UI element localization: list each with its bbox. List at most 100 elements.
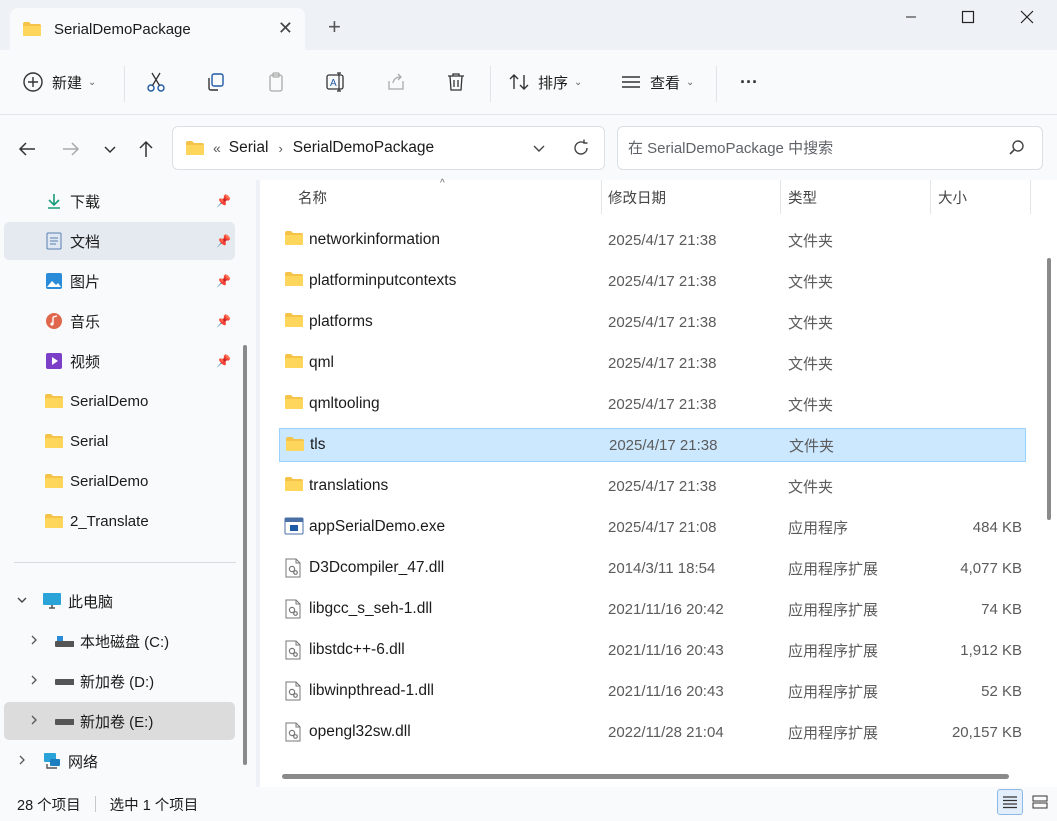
breadcrumb-serial[interactable]: Serial bbox=[229, 139, 269, 157]
file-row[interactable]: qml 2025/4/17 21:38 文件夹 bbox=[279, 346, 1026, 380]
paste-button[interactable] bbox=[262, 64, 290, 100]
network-icon bbox=[42, 751, 62, 771]
file-row[interactable]: opengl32sw.dll 2022/11/28 21:04 应用程序扩展 20,1… bbox=[279, 715, 1026, 749]
plus-circle-icon bbox=[23, 72, 43, 92]
column-divider[interactable] bbox=[930, 180, 931, 214]
file-name: tls bbox=[310, 436, 326, 453]
sidebar-item-drive-c[interactable]: 本地磁盘 (C:) bbox=[4, 622, 235, 660]
column-header-name[interactable]: 名称 bbox=[298, 180, 327, 214]
column-header-type[interactable]: 类型 bbox=[788, 180, 817, 214]
chevron-right-icon[interactable] bbox=[26, 674, 42, 689]
close-window-button[interactable] bbox=[1005, 6, 1049, 28]
column-divider[interactable] bbox=[780, 180, 781, 214]
file-row[interactable]: networkinformation 2025/4/17 21:38 文件夹 bbox=[279, 223, 1026, 257]
new-button[interactable]: 新建 ⌄ bbox=[22, 64, 96, 100]
recent-locations-button[interactable] bbox=[98, 137, 122, 161]
sidebar-item-documents[interactable]: 文档 📌 bbox=[4, 222, 235, 260]
chevron-right-icon[interactable] bbox=[26, 714, 42, 729]
chevron-right-icon[interactable] bbox=[14, 754, 30, 769]
file-row[interactable]: tls 2025/4/17 21:38 文件夹 bbox=[279, 428, 1026, 462]
tab-serialdemopackage[interactable]: SerialDemoPackage ✕ bbox=[10, 8, 305, 50]
sort-icon bbox=[509, 74, 529, 90]
sidebar-item-label: 网络 bbox=[68, 753, 99, 771]
trash-icon bbox=[448, 73, 464, 91]
file-row[interactable]: libstdc++-6.dll 2021/11/16 20:43 应用程序扩展 1,9… bbox=[279, 633, 1026, 667]
file-modified-date: 2021/11/16 20:43 bbox=[608, 641, 724, 659]
svg-text:A: A bbox=[330, 78, 337, 89]
overflow-breadcrumb-icon[interactable]: « bbox=[213, 140, 221, 156]
file-row[interactable]: platforms 2025/4/17 21:38 文件夹 bbox=[279, 305, 1026, 339]
column-divider[interactable] bbox=[1030, 180, 1031, 214]
sidebar-item-pictures[interactable]: 图片 📌 bbox=[4, 262, 235, 300]
toolbar-divider bbox=[716, 66, 717, 102]
sidebar-item-serialdemo-2[interactable]: SerialDemo bbox=[4, 462, 235, 500]
breadcrumb-serialdemopackage[interactable]: SerialDemoPackage bbox=[293, 139, 434, 157]
file-name: qml bbox=[309, 354, 334, 371]
view-lines-icon bbox=[622, 76, 640, 88]
search-box[interactable] bbox=[617, 126, 1043, 170]
sort-button[interactable]: 排序 ⌄ bbox=[508, 64, 582, 100]
pin-icon[interactable]: 📌 bbox=[216, 274, 231, 288]
file-name: platforms bbox=[309, 313, 373, 330]
clipboard-icon bbox=[269, 72, 283, 92]
copy-button[interactable] bbox=[202, 64, 230, 100]
pin-icon[interactable]: 📌 bbox=[216, 354, 231, 368]
vertical-scrollbar[interactable] bbox=[1047, 258, 1051, 520]
more-options-button[interactable]: ··· bbox=[734, 64, 764, 100]
sidebar-item-serial[interactable]: Serial bbox=[4, 422, 235, 460]
file-row[interactable]: appSerialDemo.exe 2025/4/17 21:08 应用程序 484 … bbox=[279, 510, 1026, 544]
pin-icon[interactable]: 📌 bbox=[216, 194, 231, 208]
toolbar-divider bbox=[124, 66, 125, 102]
close-tab-icon[interactable]: ✕ bbox=[278, 18, 293, 39]
sidebar-item-videos[interactable]: 视频 📌 bbox=[4, 342, 235, 380]
search-icon[interactable] bbox=[1008, 139, 1026, 161]
details-view-button[interactable] bbox=[997, 789, 1023, 815]
view-button[interactable]: 查看 ⌄ bbox=[620, 64, 694, 100]
sidebar-item-downloads[interactable]: 下载 📌 bbox=[4, 182, 235, 220]
sidebar-item-this-pc[interactable]: 此电脑 bbox=[4, 582, 235, 620]
cut-button[interactable] bbox=[142, 64, 170, 100]
sidebar-item-drive-e[interactable]: 新加卷 (E:) bbox=[4, 702, 235, 740]
folder-icon bbox=[284, 353, 304, 373]
dll-file-icon bbox=[284, 640, 304, 660]
maximize-button[interactable] bbox=[946, 6, 990, 28]
column-divider[interactable] bbox=[601, 180, 602, 214]
column-header-size[interactable]: 大小 bbox=[938, 180, 967, 214]
breadcrumb-separator-icon[interactable]: › bbox=[278, 141, 282, 156]
search-input[interactable] bbox=[628, 139, 998, 157]
pin-icon[interactable]: 📌 bbox=[216, 314, 231, 328]
sidebar-item-drive-d[interactable]: 新加卷 (D:) bbox=[4, 662, 235, 700]
file-row[interactable]: libgcc_s_seh-1.dll 2021/11/16 20:42 应用程序扩展… bbox=[279, 592, 1026, 626]
chevron-down-icon[interactable] bbox=[14, 594, 30, 609]
file-name: networkinformation bbox=[309, 231, 440, 248]
sidebar-scrollbar[interactable] bbox=[243, 345, 247, 765]
share-button[interactable] bbox=[382, 64, 410, 100]
tiles-view-button[interactable] bbox=[1027, 789, 1053, 815]
sidebar-item-music[interactable]: 音乐 📌 bbox=[4, 302, 235, 340]
column-header-date[interactable]: 修改日期 bbox=[608, 180, 666, 214]
forward-button[interactable] bbox=[59, 137, 83, 161]
chevron-down-icon bbox=[533, 145, 545, 152]
sidebar-item-serialdemo[interactable]: SerialDemo bbox=[4, 382, 235, 420]
file-row[interactable]: D3Dcompiler_47.dll 2014/3/11 18:54 应用程序扩展 4… bbox=[279, 551, 1026, 585]
pin-icon[interactable]: 📌 bbox=[216, 234, 231, 248]
file-row[interactable]: platforminputcontexts 2025/4/17 21:38 文件夹 bbox=[279, 264, 1026, 298]
file-modified-date: 2025/4/17 21:38 bbox=[608, 231, 717, 249]
sidebar-item-network[interactable]: 网络 bbox=[4, 742, 235, 780]
minimize-button[interactable] bbox=[889, 6, 933, 28]
chevron-right-icon[interactable] bbox=[26, 634, 42, 649]
new-tab-button[interactable]: + bbox=[328, 14, 341, 40]
sidebar-item-2-translate[interactable]: 2_Translate bbox=[4, 502, 235, 540]
file-row[interactable]: libwinpthread-1.dll 2021/11/16 20:43 应用程序扩… bbox=[279, 674, 1026, 708]
delete-button[interactable] bbox=[442, 64, 470, 100]
back-button[interactable] bbox=[15, 137, 39, 161]
address-bar[interactable]: « Serial › SerialDemoPackage bbox=[172, 126, 605, 170]
horizontal-scrollbar[interactable] bbox=[282, 774, 1009, 779]
refresh-button[interactable] bbox=[571, 138, 591, 162]
file-row[interactable]: translations 2025/4/17 21:38 文件夹 bbox=[279, 469, 1026, 503]
address-history-button[interactable] bbox=[531, 140, 547, 160]
rename-button[interactable]: A bbox=[322, 64, 350, 100]
up-button[interactable] bbox=[134, 137, 158, 161]
file-row[interactable]: qmltooling 2025/4/17 21:38 文件夹 bbox=[279, 387, 1026, 421]
file-size: 484 KB bbox=[972, 518, 1022, 536]
